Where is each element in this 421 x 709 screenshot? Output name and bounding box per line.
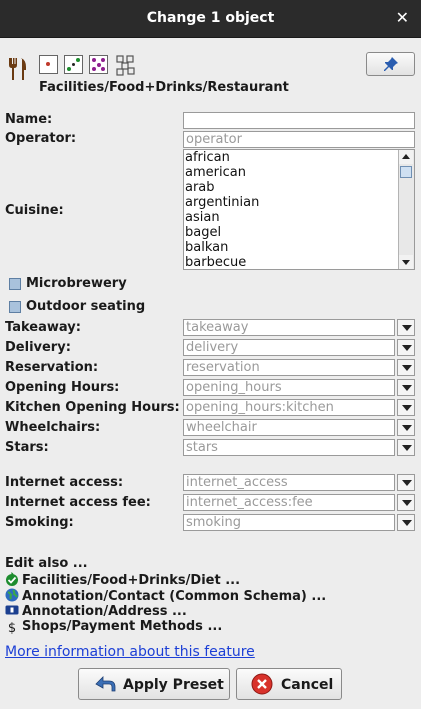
cuisine-scrollbar[interactable] [398,150,414,269]
list-item[interactable]: african [185,150,230,165]
opening-hours-label: Opening Hours: [5,380,120,395]
smoking-combo[interactable]: smoking [183,514,395,531]
takeaway-dropdown-icon[interactable] [397,319,415,336]
kitchen-hours-label: Kitchen Opening Hours: [5,400,180,415]
edit-also-payment-link[interactable]: $ Shops/Payment Methods ... [5,619,223,636]
edit-also-diet-label: Facilities/Food+Drinks/Diet ... [22,573,241,588]
preset-path: Facilities/Food+Drinks/Restaurant [39,80,289,95]
apply-preset-button[interactable]: Apply Preset [78,668,230,700]
wheelchairs-label: Wheelchairs: [5,420,101,435]
cancel-label: Cancel [281,677,334,693]
stars-label: Stars: [5,440,49,455]
apply-preset-label: Apply Preset [123,677,224,693]
wheelchairs-dropdown-icon[interactable] [397,419,415,436]
internet-access-combo[interactable]: internet_access [183,474,395,491]
close-icon[interactable]: ✕ [396,8,409,27]
list-item[interactable]: balkan [185,240,228,255]
node-type-icon [39,55,58,74]
opening-hours-dropdown-icon[interactable] [397,379,415,396]
internet-access-fee-label: Internet access fee: [5,495,151,510]
microbrewery-checkbox[interactable] [9,278,21,290]
reservation-combo[interactable]: reservation [183,359,395,376]
smoking-label: Smoking: [5,515,74,530]
scroll-up-icon[interactable] [399,150,413,164]
wheelchairs-combo[interactable]: wheelchair [183,419,395,436]
outdoor-seating-label: Outdoor seating [26,299,146,314]
edit-also-address-link[interactable]: Annotation/Address ... [5,603,187,619]
reservation-dropdown-icon[interactable] [397,359,415,376]
apply-arrow-icon [95,676,116,692]
edit-also-address-label: Annotation/Address ... [22,604,187,619]
dollar-icon: $ [7,621,17,636]
takeaway-combo[interactable]: takeaway [183,319,395,336]
scrollbar-thumb[interactable] [400,166,412,178]
address-card-icon [5,603,19,617]
edit-also-heading: Edit also ... [5,556,88,571]
edit-also-contact-link[interactable]: Annotation/Contact (Common Schema) ... [5,588,326,604]
pin-icon [384,57,398,71]
fork-knife-icon [6,56,28,82]
edit-also-contact-label: Annotation/Contact (Common Schema) ... [22,589,327,604]
list-item[interactable]: american [185,165,246,180]
list-item[interactable]: asian [185,210,220,225]
name-input[interactable] [183,112,415,129]
diet-icon [5,572,19,586]
internet-access-dropdown-icon[interactable] [397,474,415,491]
list-item[interactable]: arab [185,180,215,195]
scroll-down-icon[interactable] [399,255,413,269]
cancel-button[interactable]: Cancel [236,668,342,700]
more-info-link[interactable]: More information about this feature [5,644,255,660]
edit-also-payment-label: Shops/Payment Methods ... [22,619,223,634]
opening-hours-combo[interactable]: opening_hours [183,379,395,396]
internet-access-fee-combo[interactable]: internet_access:fee [183,494,395,511]
name-label: Name: [5,112,53,127]
delivery-dropdown-icon[interactable] [397,339,415,356]
internet-access-fee-dropdown-icon[interactable] [397,494,415,511]
operator-label: Operator: [5,131,77,146]
list-item[interactable]: barbecue [185,255,246,269]
way-type-icon [64,55,83,74]
stars-dropdown-icon[interactable] [397,439,415,456]
delivery-label: Delivery: [5,340,71,355]
globe-icon [5,588,19,602]
cancel-x-icon [251,673,273,695]
window-title: Change 1 object [146,10,275,26]
reservation-label: Reservation: [5,360,99,375]
edit-also-diet-link[interactable]: Facilities/Food+Drinks/Diet ... [5,572,240,588]
title-bar: Change 1 object ✕ [0,0,421,38]
list-item[interactable]: argentinian [185,195,259,210]
kitchen-hours-combo[interactable]: opening_hours:kitchen [183,399,395,416]
cuisine-label: Cuisine: [5,203,64,218]
pin-button[interactable] [366,52,415,76]
stars-combo[interactable]: stars [183,439,395,456]
kitchen-hours-dropdown-icon[interactable] [397,399,415,416]
closed-way-type-icon [89,55,108,74]
outdoor-seating-checkbox[interactable] [9,301,21,313]
microbrewery-label: Microbrewery [26,276,127,291]
takeaway-label: Takeaway: [5,320,81,335]
internet-access-label: Internet access: [5,475,124,490]
smoking-dropdown-icon[interactable] [397,514,415,531]
cuisine-list[interactable]: african american arab argentinian asian … [183,149,415,270]
relation-type-icon [114,53,138,77]
operator-input[interactable]: operator [183,131,415,148]
delivery-combo[interactable]: delivery [183,339,395,356]
list-item[interactable]: bagel [185,225,221,240]
